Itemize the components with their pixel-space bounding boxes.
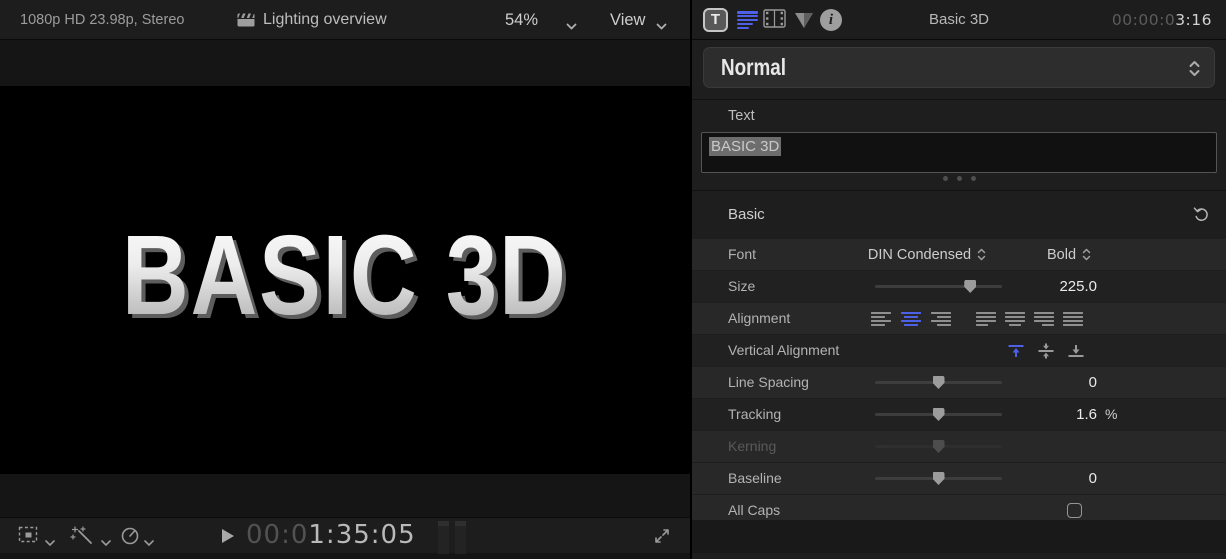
slider-handle[interactable]: [933, 408, 945, 421]
chevron-down-icon[interactable]: [656, 17, 667, 35]
viewer-toolbar: 00:01:35:05: [0, 517, 690, 553]
reset-section-icon[interactable]: [1193, 206, 1210, 228]
project-title: Lighting overview: [263, 0, 387, 40]
canvas-3d-title-face: BASIC 3D: [122, 210, 568, 340]
font-family-popup[interactable]: DIN Condensed: [852, 239, 1002, 270]
video-frame[interactable]: BASIC 3D BASIC 3D: [0, 86, 690, 474]
tracking-label: Tracking: [728, 399, 781, 430]
alignment-row: Alignment: [692, 303, 1226, 334]
kerning-slider: [875, 431, 1002, 462]
font-family-value: DIN Condensed: [868, 247, 971, 263]
chevron-down-icon[interactable]: [144, 533, 154, 551]
size-slider[interactable]: [875, 271, 1002, 302]
baseline-slider[interactable]: [875, 463, 1002, 494]
basic-section-title: Basic: [728, 198, 765, 232]
chevron-down-icon[interactable]: [45, 533, 55, 551]
all-caps-checkbox[interactable]: [1067, 503, 1082, 518]
text-section-label: Text: [728, 108, 755, 124]
justify-all-icon[interactable]: [1063, 312, 1083, 326]
clapperboard-icon: [237, 13, 255, 32]
valign-middle-icon[interactable]: [1036, 343, 1056, 364]
align-right-icon[interactable]: [931, 312, 951, 326]
playhead-timecode[interactable]: 00:01:35:05: [246, 518, 416, 552]
viewer-pane: 1080p HD 23.98p, Stereo Lighting overvie…: [0, 0, 690, 559]
viewer-header: 1080p HD 23.98p, Stereo Lighting overvie…: [0, 0, 690, 40]
updown-chevrons-icon: [1188, 59, 1201, 83]
text-inspector-pane: T Basic 3D 00:00:03:16: [692, 0, 1226, 559]
justify-last-right-icon[interactable]: [1034, 312, 1054, 326]
inspector-timecode-dim: 00:00:0: [1112, 11, 1175, 29]
line-spacing-value[interactable]: 0: [1022, 367, 1097, 398]
tracking-unit: %: [1105, 399, 1117, 430]
font-row: Font DIN Condensed Bold: [692, 239, 1226, 270]
inspector-header: T Basic 3D 00:00:03:16: [692, 0, 1226, 40]
audio-meter-right[interactable]: [455, 521, 466, 554]
alignment-label: Alignment: [728, 303, 790, 334]
zoom-level-menu[interactable]: 54%: [505, 0, 538, 40]
fullscreen-expand-icon[interactable]: [652, 526, 672, 551]
valign-top-icon[interactable]: [1006, 343, 1026, 364]
valign-bottom-icon[interactable]: [1066, 343, 1086, 364]
align-center-icon[interactable]: [901, 312, 921, 326]
kerning-row: Kerning: [692, 431, 1226, 462]
baseline-label: Baseline: [728, 463, 782, 494]
play-button[interactable]: [222, 529, 234, 543]
enhancements-wand-button[interactable]: [70, 526, 96, 551]
text-style-value: Normal: [721, 48, 786, 87]
fcp-window: 1080p HD 23.98p, Stereo Lighting overvie…: [0, 0, 1226, 559]
basic-section-header: Basic: [692, 198, 1226, 232]
slider-handle[interactable]: [933, 472, 945, 485]
inspector-timecode: 00:00:03:16: [1112, 0, 1212, 40]
view-menu[interactable]: View: [610, 0, 645, 40]
format-info: 1080p HD 23.98p, Stereo: [20, 0, 184, 40]
vertical-alignment-row: Vertical Alignment: [692, 335, 1226, 366]
font-weight-popup[interactable]: Bold: [1024, 239, 1114, 270]
audio-meter-left[interactable]: [438, 521, 449, 554]
font-weight-value: Bold: [1047, 247, 1076, 263]
section-divider: [692, 190, 1226, 191]
tracking-row: Tracking 1.6 %: [692, 399, 1226, 430]
selected-text: BASIC 3D: [709, 137, 781, 156]
font-label: Font: [728, 239, 756, 270]
retime-button[interactable]: [120, 526, 142, 551]
transform-tool-button[interactable]: [18, 526, 39, 549]
text-content-field[interactable]: BASIC 3D: [701, 132, 1217, 173]
viewer-canvas-area: BASIC 3D BASIC 3D: [0, 41, 690, 474]
basic-section-rows: Font DIN Condensed Bold Size 225.0: [692, 239, 1226, 527]
inspector-timecode-bright: 3:16: [1175, 11, 1212, 29]
timecode-bright: 1:35:05: [308, 520, 415, 550]
line-spacing-label: Line Spacing: [728, 367, 809, 398]
justify-last-left-icon[interactable]: [976, 312, 996, 326]
tracking-slider[interactable]: [875, 399, 1002, 430]
canvas-3d-title[interactable]: BASIC 3D BASIC 3D: [122, 210, 568, 340]
slider-handle: [933, 440, 945, 453]
slider-handle[interactable]: [933, 376, 945, 389]
kerning-label: Kerning: [728, 431, 776, 462]
chevron-down-icon[interactable]: [101, 533, 111, 551]
slider-handle[interactable]: [964, 280, 976, 293]
chevron-down-icon[interactable]: [566, 17, 577, 35]
line-spacing-row: Line Spacing 0: [692, 367, 1226, 398]
updown-chevrons-icon: [977, 247, 986, 262]
vertical-alignment-label: Vertical Alignment: [728, 335, 839, 366]
updown-chevrons-icon: [1082, 247, 1091, 262]
section-divider: [692, 99, 1226, 100]
baseline-value[interactable]: 0: [1022, 463, 1097, 494]
justify-last-center-icon[interactable]: [1005, 312, 1025, 326]
size-value[interactable]: 225.0: [1022, 271, 1097, 302]
baseline-row: Baseline 0: [692, 463, 1226, 494]
timecode-dim: 00:0: [246, 520, 308, 550]
size-row: Size 225.0: [692, 271, 1226, 302]
size-label: Size: [728, 271, 755, 302]
line-spacing-slider[interactable]: [875, 367, 1002, 398]
resize-handle[interactable]: [692, 176, 1226, 181]
inspector-bottom-strip: [692, 520, 1226, 553]
tracking-value[interactable]: 1.6: [1022, 399, 1097, 430]
align-left-icon[interactable]: [871, 312, 891, 326]
text-style-dropdown[interactable]: Normal: [703, 47, 1215, 88]
